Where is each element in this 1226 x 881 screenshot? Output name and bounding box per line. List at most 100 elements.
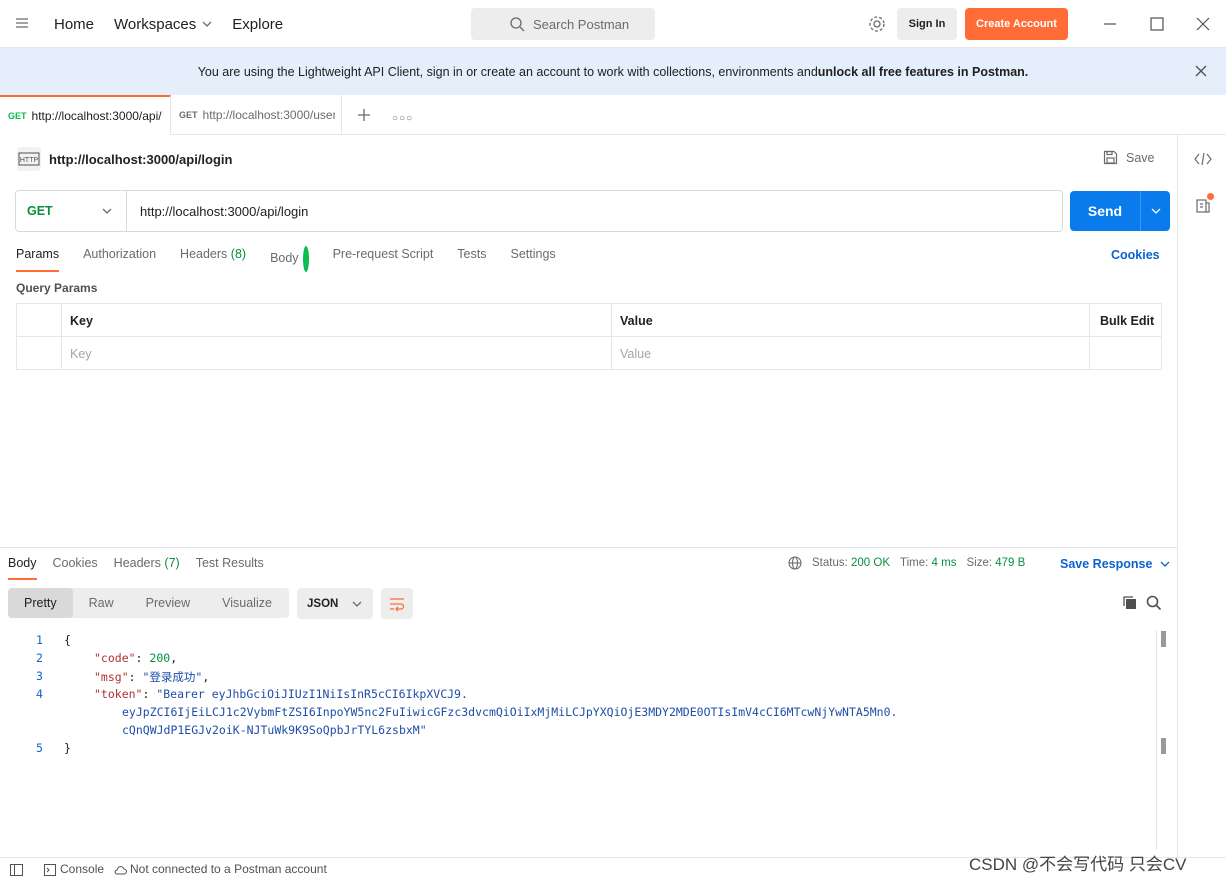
gear-icon[interactable] xyxy=(867,14,887,34)
cloud-off-icon xyxy=(114,866,127,875)
close-window-icon[interactable] xyxy=(1193,14,1213,34)
method-select[interactable]: GET xyxy=(16,191,127,231)
connection-status: Not connected to a Postman account xyxy=(130,862,327,876)
request-title[interactable]: http://localhost:3000/api/login xyxy=(49,152,232,167)
save-response-label: Save Response xyxy=(1060,557,1153,571)
response-body-editor[interactable]: 1 { 2 "code": 200, 3 "msg": "登录成功", 4 "t… xyxy=(0,630,1170,850)
chevron-down-icon xyxy=(352,601,362,607)
create-account-button[interactable]: Create Account xyxy=(965,8,1068,40)
tab-body-label: Body xyxy=(270,251,299,266)
scrollbar-thumb[interactable] xyxy=(1161,631,1166,647)
search-placeholder: Search Postman xyxy=(533,16,630,32)
search-input[interactable]: Search Postman xyxy=(471,8,655,40)
response-status-bar: Status: 200 OK Time: 4 ms Size: 479 B xyxy=(788,556,1025,570)
tab-body[interactable]: Body xyxy=(270,246,309,272)
console-button[interactable]: Console xyxy=(60,862,104,876)
query-params-title: Query Params xyxy=(16,281,98,295)
table-row: Key Value xyxy=(17,337,1161,370)
nav-explore[interactable]: Explore xyxy=(232,16,283,33)
code-icon[interactable] xyxy=(1194,151,1212,167)
tab-response-cookies[interactable]: Cookies xyxy=(53,556,98,580)
send-options-dropdown[interactable] xyxy=(1141,206,1170,216)
right-sidebar xyxy=(1177,135,1226,857)
tab-headers[interactable]: Headers (8) xyxy=(180,246,246,272)
nav-workspaces[interactable]: Workspaces xyxy=(114,16,212,33)
method-value: GET xyxy=(27,204,53,218)
sign-in-button[interactable]: Sign In xyxy=(897,8,957,40)
query-params-table: Key Value Bulk Edit Key Value xyxy=(16,303,1162,370)
request-tab[interactable]: GET http://localhost:3000/user xyxy=(171,95,342,135)
save-response-button[interactable]: Save Response xyxy=(1060,557,1170,571)
tab-prerequest-script[interactable]: Pre-request Script xyxy=(333,246,434,272)
open-brace: { xyxy=(64,633,71,647)
response-divider[interactable] xyxy=(0,547,1177,548)
tab-response-headers[interactable]: Headers (7) xyxy=(114,556,180,580)
code-line: "token": "Bearer eyJhbGciOiJIUzI1NiIsInR… xyxy=(94,687,468,701)
copy-icon[interactable] xyxy=(1122,595,1138,611)
code-line-wrapped: cQnQWJdP1EGJv2oiK-NJTuWk9K9SoQpbJrTYL6zs… xyxy=(122,723,427,737)
hamburger-menu-icon[interactable] xyxy=(14,15,30,31)
bulk-edit-button[interactable]: Bulk Edit xyxy=(1090,304,1161,337)
cookies-link[interactable]: Cookies xyxy=(1111,248,1160,262)
svg-text:HTTP: HTTP xyxy=(20,157,39,164)
minimize-icon[interactable] xyxy=(1100,14,1120,34)
line-number: 1 xyxy=(36,633,43,647)
response-tabs: Body Cookies Headers (7) Test Results xyxy=(8,556,264,580)
json-value: "Bearer eyJhbGciOiJIUzI1NiIsInR5cCI6IkpX… xyxy=(156,687,468,701)
sidebar-toggle-icon[interactable] xyxy=(10,864,23,876)
http-icon: HTTP xyxy=(17,147,41,171)
tab-headers-label: Headers xyxy=(180,247,228,261)
more-tabs-icon[interactable]: ○○○ xyxy=(392,113,413,124)
url-bar: GET http://localhost:3000/api/login xyxy=(15,190,1063,232)
view-pretty[interactable]: Pretty xyxy=(8,588,73,618)
tab-settings[interactable]: Settings xyxy=(510,246,555,272)
key-input[interactable]: Key xyxy=(62,337,612,370)
url-input[interactable]: http://localhost:3000/api/login xyxy=(127,204,308,219)
globe-icon[interactable] xyxy=(788,556,802,570)
code-line: "code": 200, xyxy=(94,651,178,665)
chevron-down-icon xyxy=(202,21,212,27)
json-value: 200 xyxy=(149,651,171,665)
send-button[interactable]: Send xyxy=(1070,191,1170,231)
code-line: { xyxy=(64,633,71,647)
key-column-header: Key xyxy=(62,304,612,337)
save-button[interactable]: Save xyxy=(1103,150,1155,165)
code-line-wrapped: eyJpZCI6IjEiLCJ1c2VybmFtZSI6InpoYW5nc2Fu… xyxy=(122,705,898,719)
scrollbar-thumb[interactable] xyxy=(1161,738,1166,754)
banner-text: You are using the Lightweight API Client… xyxy=(197,64,818,79)
view-raw[interactable]: Raw xyxy=(73,588,130,618)
value-input[interactable]: Value xyxy=(612,337,1090,370)
time-value[interactable]: 4 ms xyxy=(932,557,957,569)
tab-params[interactable]: Params xyxy=(16,246,60,272)
tab-title: http://localhost:3000/user xyxy=(202,108,335,122)
wrap-lines-button[interactable] xyxy=(381,588,413,619)
view-preview[interactable]: Preview xyxy=(130,588,206,618)
save-label: Save xyxy=(1126,150,1155,165)
info-banner: You are using the Lightweight API Client… xyxy=(0,48,1226,95)
nav-workspaces-label: Workspaces xyxy=(114,15,197,33)
search-icon xyxy=(510,17,525,32)
tab-response-headers-label: Headers xyxy=(113,556,161,570)
json-key: "msg" xyxy=(94,670,129,684)
tab-test-results[interactable]: Test Results xyxy=(196,556,264,580)
request-tab[interactable]: GET http://localhost:3000/api/login xyxy=(0,95,171,135)
tab-authorization[interactable]: Authorization xyxy=(83,246,156,272)
size-value[interactable]: 479 B xyxy=(995,557,1025,569)
status-label: Status: xyxy=(812,557,848,569)
nav-home[interactable]: Home xyxy=(54,16,94,33)
view-visualize[interactable]: Visualize xyxy=(206,588,288,618)
maximize-icon[interactable] xyxy=(1147,14,1167,34)
search-icon[interactable] xyxy=(1146,595,1162,611)
status-value[interactable]: 200 OK xyxy=(851,557,890,569)
plus-icon[interactable] xyxy=(356,107,372,123)
console-icon xyxy=(44,864,56,876)
tab-tests[interactable]: Tests xyxy=(457,246,486,272)
row-checkbox-cell xyxy=(17,337,62,370)
chevron-down-icon xyxy=(102,208,112,214)
format-select[interactable]: JSON xyxy=(297,588,373,619)
close-icon[interactable] xyxy=(1194,64,1208,78)
tab-response-body[interactable]: Body xyxy=(8,556,37,580)
size-info: Size: 479 B xyxy=(966,557,1025,569)
watermark: CSDN @不会写代码 只会CV xyxy=(969,855,1187,874)
time-info: Time: 4 ms xyxy=(900,557,956,569)
